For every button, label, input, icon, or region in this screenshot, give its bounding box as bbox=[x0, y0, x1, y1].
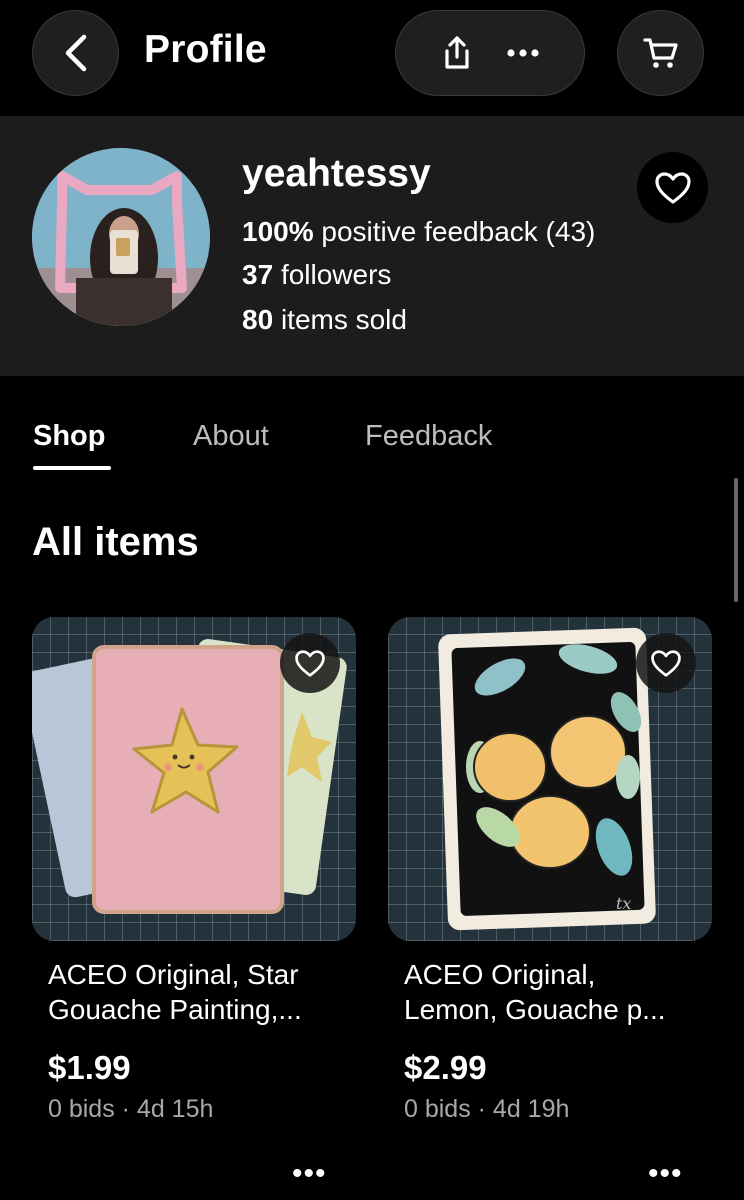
listing-more-button[interactable]: ••• bbox=[292, 1157, 327, 1191]
followers-label: followers bbox=[280, 259, 392, 290]
section-title: All items bbox=[32, 520, 199, 564]
listing-title-line-2: Gouache Painting,... bbox=[48, 994, 302, 1025]
tab-shop[interactable]: Shop bbox=[33, 420, 106, 453]
back-arrow-icon bbox=[60, 33, 92, 73]
cart-button[interactable] bbox=[617, 10, 704, 96]
followers-count: 37 bbox=[242, 259, 274, 290]
avatar[interactable] bbox=[32, 148, 210, 326]
cart-icon bbox=[642, 36, 679, 70]
watch-listing-button[interactable] bbox=[636, 633, 696, 693]
active-tab-indicator bbox=[33, 466, 111, 470]
listing-price: $1.99 bbox=[48, 1049, 131, 1086]
listing-title[interactable]: ACEO Original, Star Gouache Painting,... bbox=[48, 957, 348, 1027]
action-pill bbox=[395, 10, 585, 96]
seller-profile-card: yeahtessy 100% positive feedback (43) 37… bbox=[0, 116, 744, 376]
listing-card[interactable]: tx ACEO Original, Lemon, Gouache p... $2… bbox=[388, 617, 712, 1190]
back-button[interactable] bbox=[32, 10, 119, 96]
seller-username[interactable]: yeahtessy bbox=[242, 152, 431, 196]
feedback-percent: 100% bbox=[242, 216, 314, 247]
share-icon[interactable] bbox=[441, 35, 473, 71]
items-sold-label: items sold bbox=[280, 304, 407, 335]
tab-about[interactable]: About bbox=[193, 420, 269, 453]
listing-image-lemon[interactable]: tx bbox=[388, 617, 712, 941]
follow-seller-button[interactable] bbox=[637, 152, 708, 223]
listing-title-line-1: ACEO Original, Star bbox=[48, 959, 299, 990]
followers-stat[interactable]: 37 followers bbox=[242, 259, 391, 291]
heart-icon bbox=[654, 171, 692, 205]
heart-icon bbox=[294, 649, 326, 678]
page-title: Profile bbox=[144, 28, 267, 71]
heart-icon bbox=[650, 649, 682, 678]
listing-image-star[interactable] bbox=[32, 617, 356, 941]
feedback-stat[interactable]: 100% positive feedback (43) bbox=[242, 216, 595, 248]
listing-bids-time: 0 bids · 4d 19h bbox=[404, 1095, 570, 1123]
tab-feedback[interactable]: Feedback bbox=[365, 420, 492, 453]
listing-card[interactable]: ACEO Original, Star Gouache Painting,...… bbox=[32, 617, 356, 1190]
listing-title-line-2: Lemon, Gouache p... bbox=[404, 994, 666, 1025]
items-sold-stat: 80 items sold bbox=[242, 304, 407, 336]
svg-text:tx: tx bbox=[616, 894, 631, 913]
scrollbar[interactable] bbox=[734, 478, 738, 602]
listing-title[interactable]: ACEO Original, Lemon, Gouache p... bbox=[404, 957, 704, 1027]
listing-bids-time: 0 bids · 4d 15h bbox=[48, 1095, 214, 1123]
watch-listing-button[interactable] bbox=[280, 633, 340, 693]
items-sold-count: 80 bbox=[242, 304, 274, 335]
listing-more-button[interactable]: ••• bbox=[648, 1157, 683, 1191]
feedback-label: positive feedback (43) bbox=[321, 216, 596, 247]
listing-price: $2.99 bbox=[404, 1049, 487, 1086]
more-horizontal-icon[interactable] bbox=[506, 48, 540, 58]
listing-title-line-1: ACEO Original, bbox=[404, 959, 596, 990]
